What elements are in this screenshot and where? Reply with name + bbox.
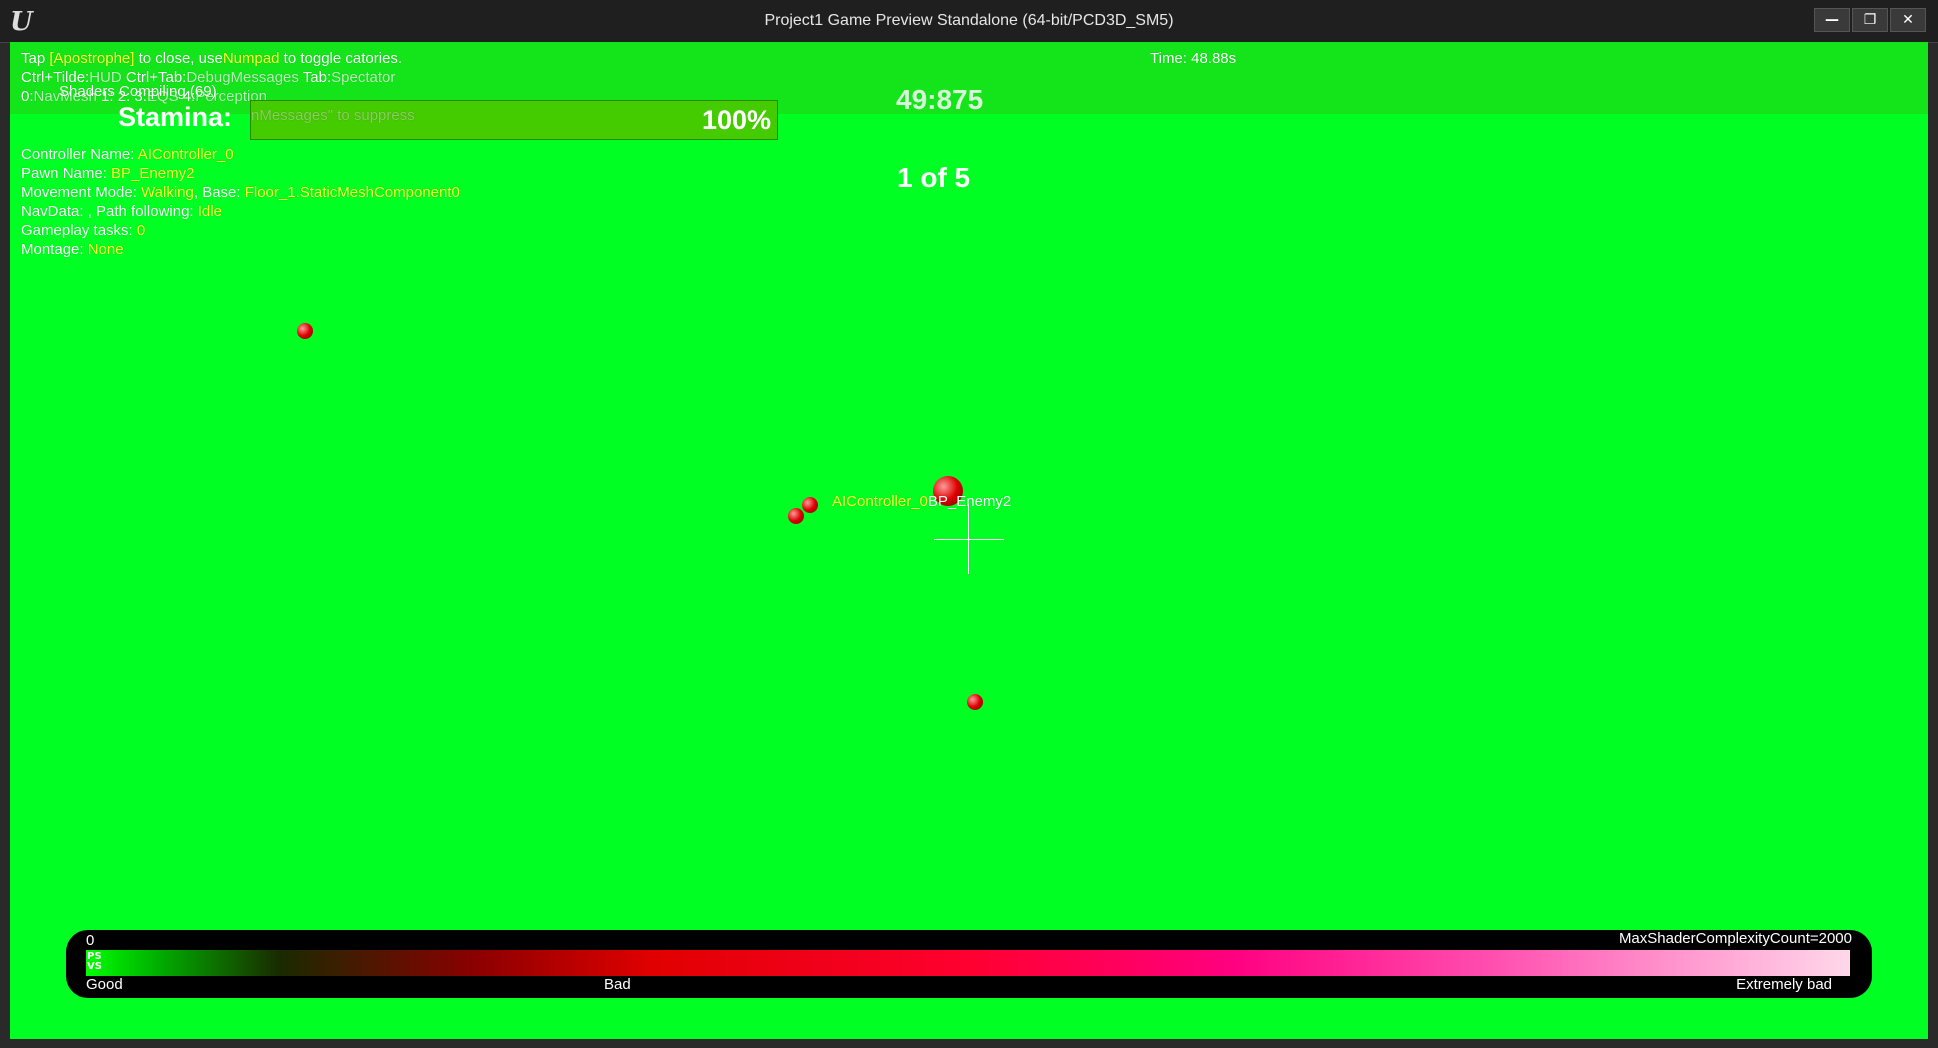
close-button[interactable]: ✕ [1890,8,1926,32]
ai-movement-mode: Movement Mode: Walking, Base: Floor_1.St… [21,184,460,201]
field-label: Pawn Name: [21,165,112,182]
field-value: Idle [197,203,222,220]
legend-gradient-bar [86,950,1850,976]
field-label: Controller Name: [21,146,138,163]
ai-montage: Montage: None [21,241,124,258]
maximize-button[interactable]: ❐ [1852,8,1888,32]
ai-pawn-name: Pawn Name: BP_Enemy2 [21,165,194,182]
legend-vs: VS [87,961,102,972]
shortcut-spectator: Spectator [331,69,396,86]
stamina-value: 100% [701,105,771,135]
field-value: BP_Enemy2 [111,165,195,182]
enemy-ball[interactable] [802,497,818,513]
window-controls: — ❐ ✕ [1814,8,1926,32]
field-value: AIController_0 [137,146,234,163]
debug-help-text: to close, use [134,50,223,67]
ai-navdata: NavData: , Path following: Idle [21,203,222,220]
field-value: Floor_1.StaticMeshComponent0 [244,184,460,201]
legend-max: MaxShaderComplexityCount=2000 [1618,930,1852,947]
enemy-ball[interactable] [967,694,983,710]
debug-key-numpad: Numpad [222,50,280,67]
debug-time: Time: 48.88s [1150,50,1237,67]
crosshair [968,504,969,574]
suppress-hint-text: nMessages" to suppress [251,107,415,124]
debug-help-line: Tap [Apostrophe] to close, useNumpad to … [21,50,402,67]
legend-extremely-bad: Extremely bad [1736,976,1832,993]
field-label: Montage: [21,241,88,258]
stamina-label: Stamina: [118,102,233,132]
field-value: Walking [141,184,194,201]
ai-controller-name: Controller Name: AIController_0 [21,146,234,163]
field-value: 0 [136,222,146,239]
window-titlebar: U Project1 Game Preview Standalone (64-b… [0,0,1938,43]
legend-ps-vs: PS VS [87,952,102,972]
debug-key-apostrophe: [Apostrophe] [49,50,135,67]
crosshair [934,539,1004,540]
shortcut-key: Tab: [298,69,332,86]
stamina-bar: nMessages" to suppress 100% [250,100,778,140]
hud-wave-counter: 1 of 5 [897,162,971,193]
ai-gameplay-tasks: Gameplay tasks: 0 [21,222,145,239]
debug-help-text: Tap [21,50,50,67]
enemy-ball[interactable] [788,508,804,524]
actor-controller-label: AIController_0 [832,493,928,510]
field-label: Gameplay tasks: [21,222,137,239]
actor-debug-label: AIController_0BP_Enemy2 [832,493,1011,510]
field-label: , Base: [193,184,245,201]
game-viewport[interactable]: Tap [Apostrophe] to close, useNumpad to … [10,42,1928,1039]
legend-min: 0 [86,932,95,949]
legend-good: Good [86,976,123,993]
legend-bad: Bad [604,976,631,993]
debug-help-text: to toggle catories. [279,50,403,67]
window-title: Project1 Game Preview Standalone (64-bit… [764,12,1174,29]
minimize-button[interactable]: — [1814,8,1850,32]
hud-timer: 49:875 [896,84,984,115]
enemy-ball[interactable] [297,323,313,339]
field-label: NavData: , Path following: [21,203,198,220]
shader-complexity-legend: 0 MaxShaderComplexityCount=2000 PS VS Goo… [66,930,1872,998]
field-label: Movement Mode: [21,184,142,201]
actor-pawn-label: BP_Enemy2 [927,493,1012,510]
field-value: None [87,241,124,258]
shaders-compiling-text: Shaders Compiling (69) [59,83,217,100]
category-key: 0: [21,88,34,105]
